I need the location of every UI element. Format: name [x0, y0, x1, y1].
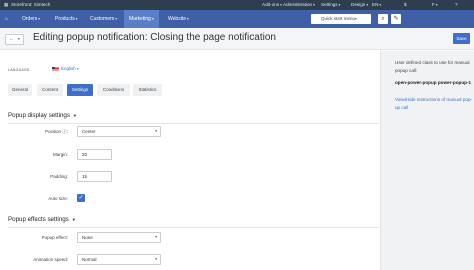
nav-products[interactable]: Products▾ — [55, 10, 78, 28]
animation-speed-select[interactable]: Normal ▾ — [77, 254, 161, 265]
search-icon[interactable]: ⌕ — [378, 14, 388, 24]
main-content: LANGUAGE: English ▾ General Content Sett… — [0, 51, 379, 270]
nav-orders[interactable]: Orders▾ — [22, 10, 40, 28]
divider — [8, 227, 379, 228]
effects-settings-heading[interactable]: Popup effects settings ▼ — [8, 216, 76, 223]
chevron-down-icon: ▾ — [115, 17, 117, 21]
main-nav: ⌂ Orders▾ Products▾ Customers▾ Marketing… — [0, 10, 474, 28]
language-select[interactable]: English ▾ — [52, 66, 79, 72]
margin-input[interactable]: 20 — [77, 149, 112, 160]
auto-size-label: Auto size: — [48, 196, 68, 201]
addons-menu[interactable]: Add-ons▾ — [262, 0, 282, 10]
title-bar: ← ▾ Editing popup notification: Closing … — [0, 28, 474, 50]
page-title: Editing popup notification: Closing the … — [33, 32, 276, 43]
chevron-down-icon: ▾ — [379, 3, 382, 7]
position-select[interactable]: Center ▾ — [77, 126, 161, 137]
chevron-down-icon: ▾ — [355, 17, 357, 21]
home-icon[interactable]: ⌂ — [5, 10, 8, 28]
back-button[interactable]: ← ▾ — [5, 34, 24, 45]
administration-menu[interactable]: Administration▾ — [283, 0, 315, 10]
chevron-down-icon: ▾ — [38, 17, 41, 21]
padding-label: Padding: — [50, 174, 68, 179]
instructions-link[interactable]: View/Hide instructions of manual pop-up … — [395, 96, 473, 112]
chevron-down-icon: ▾ — [338, 3, 341, 7]
chevron-down-icon: ▾ — [18, 37, 20, 41]
tab-content[interactable]: Content — [37, 84, 63, 96]
caret-down-icon: ▼ — [71, 217, 76, 222]
padding-input[interactable]: 15 — [77, 171, 112, 182]
arrow-left-icon: ← — [9, 36, 14, 42]
settings-menu[interactable]: Settings▾ — [321, 0, 340, 10]
animation-speed-label: Animation speed: — [33, 257, 68, 262]
storefront-icon: ▦ — [4, 2, 9, 7]
tab-settings[interactable]: Settings — [67, 84, 93, 96]
storefront-selector[interactable]: Storefront: Simtech — [11, 0, 50, 10]
nav-customers[interactable]: Customers▾ — [90, 10, 117, 28]
currency-icon[interactable]: $ — [404, 0, 407, 10]
nav-website[interactable]: Website▾ — [168, 10, 189, 28]
design-menu[interactable]: Design▾ — [351, 0, 368, 10]
chevron-down-icon: ▾ — [151, 17, 154, 21]
tab-general[interactable]: General — [8, 84, 32, 96]
nav-marketing[interactable]: Marketing▾ — [124, 10, 159, 28]
divider — [8, 123, 379, 124]
tab-statistics[interactable]: Statistics — [133, 84, 162, 96]
save-button[interactable]: Save — [453, 33, 470, 44]
popup-effect-select[interactable]: None ▾ — [77, 232, 161, 243]
chevron-down-icon: ▾ — [155, 235, 157, 239]
right-sidebar: User defined class to use for manual pop… — [380, 51, 474, 270]
chevron-down-icon: ▾ — [75, 17, 78, 21]
quick-start-menu[interactable]: Quick start menu▾ — [311, 14, 371, 24]
auto-size-checkbox[interactable]: ✓ — [77, 194, 85, 202]
sidebar-description: User defined class to use for manual pop… — [395, 60, 470, 73]
chevron-down-icon: ▾ — [77, 67, 79, 71]
help-icon[interactable]: ⓘ — [62, 129, 67, 134]
profile-menu[interactable]: F▾ — [432, 0, 438, 10]
help-icon[interactable]: ? — [455, 0, 458, 10]
margin-label: Margin: — [52, 152, 68, 157]
chevron-down-icon: ▾ — [366, 3, 369, 7]
position-label: Position ⓘ: — [44, 129, 68, 134]
tools-icon[interactable]: ✎ — [391, 14, 401, 24]
chevron-down-icon: ▾ — [280, 3, 282, 7]
chevron-down-icon: ▾ — [155, 129, 157, 133]
chevron-down-icon: ▾ — [313, 3, 315, 7]
top-bar: ▦ Storefront: Simtech Add-ons▾ Administr… — [0, 0, 474, 10]
display-settings-heading[interactable]: Popup display settings ▼ — [8, 112, 77, 119]
chevron-down-icon: ▾ — [155, 257, 157, 261]
language-label: LANGUAGE: — [8, 68, 31, 72]
chevron-down-icon: ▾ — [186, 17, 189, 21]
us-flag-icon — [52, 66, 59, 72]
language-menu[interactable]: EN▾ — [372, 0, 381, 10]
check-icon: ✓ — [78, 195, 84, 201]
sidebar-class-name: open-power-popup power-popup-1 — [395, 80, 472, 85]
popup-effect-label: Popup effect: — [41, 235, 68, 240]
tab-conditions[interactable]: Conditions — [97, 84, 130, 96]
chevron-down-icon: ▾ — [435, 3, 438, 7]
caret-down-icon: ▼ — [72, 113, 77, 118]
